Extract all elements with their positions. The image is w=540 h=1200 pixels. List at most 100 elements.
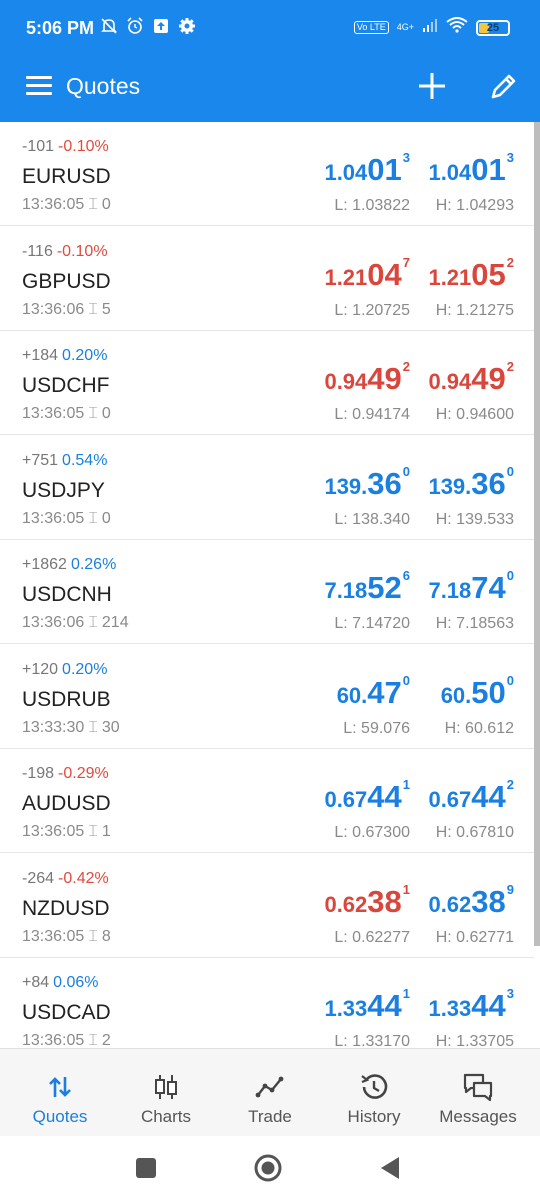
price-change: +84 0.06% [22, 974, 99, 992]
quote-row-usdrub[interactable]: +120 0.20% USDRUB 13:33:30 ⌶ 30 60.470 60.500 L:… [0, 645, 534, 749]
spread-value: 5 [101, 300, 111, 318]
high-price: H: 0.67810 [435, 824, 514, 841]
high-price: H: 60.612 [444, 719, 514, 737]
nav-trade[interactable]: Trade [216, 1049, 324, 1137]
quote-time-spread: 13:36:06 ⌶ 214 [22, 614, 129, 632]
nav-label-quotes: Quotes [32, 1107, 88, 1126]
quote-row-usdcad[interactable]: +84 0.06% USDCAD 13:36:05 ⌶ 2 1.33441 1.33443 L:… [0, 958, 534, 1048]
bid-price-fraction: 6 [402, 568, 410, 583]
messages-icon [463, 1073, 493, 1102]
quote-row-audusd[interactable]: -198 -0.29% AUDUSD 13:36:05 ⌶ 1 0.67441 0.67442… [0, 749, 534, 853]
spread-value: 214 [101, 614, 129, 631]
symbol-name: USDJPY [22, 478, 105, 502]
price-change: +751 0.54% [22, 452, 107, 470]
battery-level: 25 [486, 21, 500, 34]
change-percent: -0.10% [58, 138, 109, 155]
quote-row-usdchf[interactable]: +184 0.20% USDCHF 13:36:05 ⌶ 0 0.94492 0.94492 L… [0, 331, 534, 435]
ask-price: 139.360 [428, 463, 514, 502]
ask-price-pips: 49 [471, 361, 506, 396]
change-percent: 0.26% [70, 556, 117, 573]
price-change: -198 -0.29% [22, 765, 109, 783]
nav-label-messages: Messages [439, 1107, 517, 1126]
ask-price-prefix: 60. [440, 682, 472, 708]
back-button[interactable] [374, 1152, 406, 1184]
spread-icon: ⌶ [88, 405, 98, 422]
menu-icon[interactable] [26, 76, 52, 96]
spread-icon: ⌶ [88, 823, 98, 840]
spread-icon: ⌶ [88, 509, 98, 527]
change-points: -116 [22, 242, 53, 260]
bid-price: 7.18526 [324, 568, 410, 606]
change-percent: 0.06% [53, 974, 99, 991]
quote-row-nzdusd[interactable]: -264 -0.42% NZDUSD 13:36:05 ⌶ 8 0.62381 0.62389… [0, 854, 534, 958]
bid-price-fraction: 0 [402, 672, 410, 688]
low-price: L: 0.94174 [334, 406, 410, 423]
quote-row-gbpusd[interactable]: -116 -0.10% GBPUSD 13:36:06 ⌶ 5 1.21047 1.21052… [0, 227, 534, 331]
plus-icon[interactable] [416, 70, 448, 102]
nav-messages[interactable]: Messages [424, 1049, 532, 1137]
quotes-list[interactable]: -101 -0.10% EURUSD 13:36:05 ⌶ 0 1.04013 1.04013… [0, 122, 534, 1048]
nav-history[interactable]: History [320, 1049, 428, 1137]
bid-price-prefix: 60. [336, 682, 368, 708]
ask-price-fraction: 0 [506, 463, 514, 479]
recents-button[interactable] [130, 1152, 162, 1184]
symbol-name: USDCHF [22, 374, 110, 397]
quote-time: 13:36:05 [22, 196, 85, 213]
price-change: -101 -0.10% [22, 138, 109, 156]
quote-row-usdjpy[interactable]: +751 0.54% USDJPY 13:36:05 ⌶ 0 139.360 139.360 L… [0, 436, 534, 540]
bid-price: 60.470 [336, 672, 410, 711]
ask-price: 1.33443 [428, 986, 514, 1024]
quote-row-usdcnh[interactable]: +1862 0.26% USDCNH 13:36:06 ⌶ 214 7.18526 7.187… [0, 540, 534, 644]
high-price: H: 1.04293 [435, 197, 514, 214]
page-title: Quotes [66, 73, 141, 99]
bid-price-prefix: 139. [324, 473, 368, 499]
bid-price-fraction: 1 [402, 881, 410, 897]
ask-price-prefix: 139. [428, 473, 472, 499]
ask-price: 60.500 [440, 672, 514, 711]
volte-badge: Vo LTE [353, 21, 389, 34]
bid-price-pips: 38 [367, 883, 402, 919]
bottom-navigation: Quotes Charts Trade History Messages [0, 1048, 540, 1136]
pencil-icon[interactable] [488, 70, 520, 102]
nav-quotes[interactable]: Quotes [6, 1049, 114, 1137]
ask-price-fraction: 3 [506, 986, 514, 1001]
symbol-name: USDCNH [22, 583, 112, 606]
bid-price: 0.94492 [324, 359, 410, 397]
change-points: -101 [22, 138, 55, 155]
upload-icon [152, 17, 170, 35]
nav-label-trade: Trade [248, 1107, 292, 1126]
price-change: -116 -0.10% [22, 243, 108, 261]
ask-price-pips: 44 [471, 779, 506, 814]
spread-value: 0 [101, 196, 111, 213]
spread-icon: ⌶ [88, 927, 98, 945]
quote-time: 13:36:05 [22, 1032, 85, 1048]
spread-value: 1 [101, 823, 111, 840]
change-percent: -0.10% [56, 242, 108, 260]
quote-row-eurusd[interactable]: -101 -0.10% EURUSD 13:36:05 ⌶ 0 1.04013 1.04013… [0, 122, 534, 226]
bid-price-pips: 52 [367, 570, 402, 605]
price-change: -264 -0.42% [22, 870, 109, 888]
scrollbar[interactable] [534, 122, 540, 946]
quote-time: 13:36:06 [22, 614, 85, 631]
spread-icon: ⌶ [88, 196, 98, 213]
change-points: +120 [22, 660, 59, 678]
nav-label-history: History [347, 1107, 401, 1126]
symbol-name: AUDUSD [22, 792, 111, 815]
status-time: 5:06 PM [26, 18, 95, 38]
wifi-icon [446, 17, 468, 38]
nav-charts[interactable]: Charts [112, 1049, 220, 1137]
change-percent: 0.20% [62, 660, 108, 678]
bid-price-prefix: 1.33 [324, 996, 368, 1021]
home-button[interactable] [252, 1152, 284, 1184]
quote-time: 13:36:05 [22, 823, 85, 840]
alarm-icon [126, 17, 144, 35]
ask-price: 0.67442 [428, 777, 514, 815]
ask-price-fraction: 0 [506, 672, 514, 688]
bid-price-fraction: 0 [402, 463, 410, 479]
spread-value: 30 [101, 718, 120, 736]
ask-price-prefix: 1.04 [428, 160, 472, 185]
change-percent: 0.54% [62, 451, 108, 469]
bid-price: 1.33441 [324, 986, 410, 1024]
change-points: -198 [22, 765, 55, 782]
bid-price-pips: 44 [367, 988, 402, 1023]
